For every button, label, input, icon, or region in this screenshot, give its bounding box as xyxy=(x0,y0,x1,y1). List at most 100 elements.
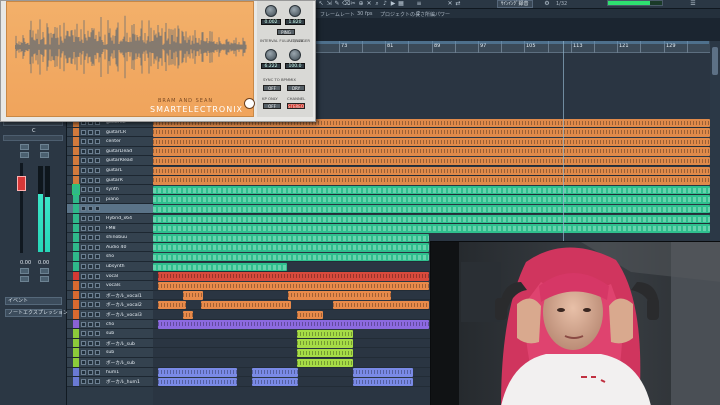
record-button[interactable] xyxy=(95,206,100,212)
solo-button[interactable] xyxy=(88,244,93,250)
track-lane[interactable] xyxy=(153,156,710,166)
solo-button[interactable] xyxy=(88,331,93,337)
ping-button[interactable]: PING xyxy=(277,29,295,35)
knob-1-value[interactable]: 0.002 xyxy=(261,19,281,25)
audio-clip[interactable] xyxy=(353,377,413,387)
playhead-cursor[interactable] xyxy=(563,41,564,241)
inspector-button[interactable] xyxy=(20,268,29,274)
grid-icon[interactable]: ▦ xyxy=(398,1,404,7)
track-name[interactable]: sho xyxy=(106,254,152,259)
track-color-strip[interactable] xyxy=(73,290,79,300)
audio-clip[interactable] xyxy=(158,300,186,310)
dry-button[interactable]: DRY xyxy=(287,85,305,91)
knob-2-value[interactable]: 1.820 xyxy=(285,19,305,25)
track-color-strip[interactable] xyxy=(73,358,79,367)
knob-4[interactable] xyxy=(289,49,301,61)
track-color-strip[interactable] xyxy=(73,310,79,319)
track-color-strip[interactable] xyxy=(73,127,79,137)
knob-3-value[interactable]: 6.222 xyxy=(261,63,281,69)
audio-clip[interactable] xyxy=(153,166,710,175)
track-row[interactable]: sho xyxy=(67,252,153,262)
solo-button[interactable] xyxy=(88,187,93,193)
volume-value[interactable]: 0.00 xyxy=(20,260,31,266)
track-row[interactable]: ubsynth xyxy=(67,262,153,272)
solo-button[interactable] xyxy=(88,350,93,356)
track-row[interactable] xyxy=(67,204,153,214)
pan-value[interactable]: 0.00 xyxy=(38,260,49,266)
record-button[interactable] xyxy=(95,340,100,346)
track-row[interactable]: ボーカル_sub xyxy=(67,338,153,349)
track-lane[interactable] xyxy=(153,176,710,186)
audio-clip[interactable] xyxy=(297,329,353,339)
track-name[interactable]: piano xyxy=(106,197,152,202)
midi-clip[interactable] xyxy=(153,233,429,243)
eraser-icon[interactable]: ⌫ xyxy=(342,1,350,7)
track-name[interactable]: center xyxy=(106,139,152,144)
mute-button[interactable] xyxy=(81,292,86,298)
track-row[interactable]: sub xyxy=(67,329,153,339)
knob-2[interactable] xyxy=(289,5,301,17)
audio-clip[interactable] xyxy=(353,368,413,377)
track-row[interactable]: ボーカル_hum1 xyxy=(67,377,153,387)
inspector-button[interactable] xyxy=(20,144,29,150)
track-lane[interactable] xyxy=(153,224,710,234)
mute-button[interactable] xyxy=(81,340,86,346)
track-name[interactable]: vocal xyxy=(106,274,152,279)
audio-clip[interactable] xyxy=(183,291,203,300)
audio-clip[interactable] xyxy=(252,368,298,377)
menu-icon[interactable]: ☰ xyxy=(690,1,696,7)
track-row[interactable]: ボーカル_vocal1 xyxy=(67,290,153,301)
track-color-strip[interactable] xyxy=(73,175,79,185)
track-row[interactable]: piano xyxy=(67,194,153,205)
mute-button[interactable] xyxy=(81,369,86,375)
inspector-tab-events[interactable]: イベント xyxy=(5,297,62,305)
solo-button[interactable] xyxy=(88,340,93,346)
record-button[interactable] xyxy=(95,321,100,327)
close-icon[interactable]: ✕ xyxy=(447,1,453,7)
mute-button[interactable] xyxy=(81,177,86,183)
mute-button[interactable] xyxy=(81,331,86,337)
knob-3[interactable] xyxy=(265,49,277,61)
track-name[interactable]: ubsynth xyxy=(106,264,152,269)
inspector-button[interactable] xyxy=(20,152,29,158)
mute-button[interactable] xyxy=(81,148,86,154)
record-button[interactable] xyxy=(95,369,100,375)
zoom-icon[interactable]: ⌕ xyxy=(374,1,380,7)
audio-clip[interactable] xyxy=(158,281,429,291)
track-row[interactable]: hum1 xyxy=(67,367,153,378)
mute-button[interactable] xyxy=(81,187,86,193)
volume-fader-handle[interactable] xyxy=(17,176,26,191)
track-color-strip[interactable] xyxy=(73,338,79,348)
audio-clip[interactable] xyxy=(333,300,429,310)
track-color-strip[interactable] xyxy=(73,271,79,281)
record-button[interactable] xyxy=(95,292,100,298)
mute-button[interactable] xyxy=(81,360,86,365)
frame-rate-value[interactable]: 30 fps xyxy=(357,11,373,17)
record-button[interactable] xyxy=(95,129,100,135)
audio-clip[interactable] xyxy=(153,137,710,147)
inspector-button[interactable] xyxy=(20,276,29,282)
record-button[interactable] xyxy=(95,273,100,279)
audio-clip[interactable] xyxy=(158,272,429,281)
audio-clip[interactable] xyxy=(153,176,710,185)
solo-button[interactable] xyxy=(88,312,93,317)
audio-clip[interactable] xyxy=(158,377,237,387)
solo-button[interactable] xyxy=(88,283,93,289)
record-button[interactable] xyxy=(95,312,100,317)
record-button[interactable] xyxy=(95,283,100,289)
midi-clip[interactable] xyxy=(153,262,287,271)
track-lane[interactable] xyxy=(153,214,710,224)
solo-button[interactable] xyxy=(88,302,93,308)
track-name[interactable]: ボーカル_sub xyxy=(106,360,152,366)
track-color-strip[interactable] xyxy=(73,281,79,290)
record-button[interactable] xyxy=(95,360,100,365)
solo-button[interactable] xyxy=(88,292,93,298)
track-name[interactable]: cho xyxy=(106,322,152,327)
audio-clip[interactable] xyxy=(153,147,710,156)
track-lane[interactable] xyxy=(153,195,710,205)
track-name[interactable]: guitarCR xyxy=(106,130,152,135)
solo-button[interactable] xyxy=(88,139,93,145)
track-row[interactable]: guitarL xyxy=(67,166,153,176)
audio-clip[interactable] xyxy=(252,377,298,387)
audio-clip[interactable] xyxy=(297,358,353,367)
